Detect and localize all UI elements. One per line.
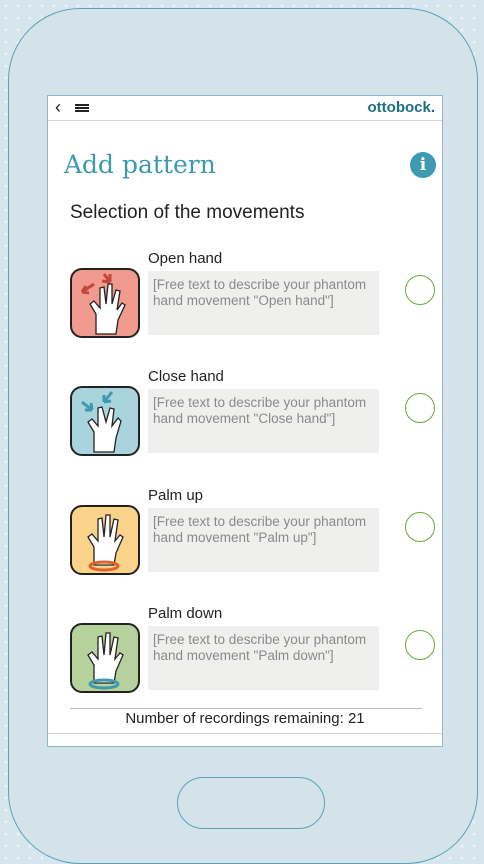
movement-title: Palm up bbox=[148, 487, 204, 504]
movement-radio[interactable] bbox=[405, 393, 435, 423]
divider bbox=[48, 733, 442, 734]
movement-item-close-hand[interactable]: Close hand [Free text to describe your p… bbox=[48, 366, 442, 476]
chevron-left-icon[interactable]: ‹ bbox=[55, 96, 61, 118]
movement-description-field[interactable]: [Free text to describe your phantom hand… bbox=[148, 389, 379, 453]
home-button[interactable] bbox=[177, 777, 325, 829]
page-title: Add pattern bbox=[64, 150, 216, 179]
movement-description-field[interactable]: [Free text to describe your phantom hand… bbox=[148, 508, 379, 572]
movement-item-palm-down[interactable]: Palm down [Free text to describe your ph… bbox=[48, 603, 442, 713]
movement-title: Open hand bbox=[148, 250, 223, 267]
movement-description-field[interactable]: [Free text to describe your phantom hand… bbox=[148, 271, 379, 335]
movement-item-open-hand[interactable]: Open hand [Free text to describe your ph… bbox=[48, 248, 442, 358]
section-subtitle: Selection of the movements bbox=[70, 202, 305, 223]
app-screen: ‹ ottobock. Add pattern i Selection of t… bbox=[47, 95, 443, 747]
recordings-remaining: Number of recordings remaining: 21 bbox=[125, 710, 365, 727]
top-bar: ‹ ottobock. bbox=[48, 96, 442, 121]
movement-radio[interactable] bbox=[405, 512, 435, 542]
brand-logo: ottobock. bbox=[367, 99, 436, 116]
palm-down-icon bbox=[70, 623, 140, 693]
divider bbox=[70, 708, 422, 709]
hamburger-menu-icon[interactable] bbox=[75, 104, 89, 112]
movement-title: Palm down bbox=[148, 605, 223, 622]
close-hand-icon bbox=[70, 386, 140, 456]
open-hand-icon bbox=[70, 268, 140, 338]
info-icon[interactable]: i bbox=[410, 152, 436, 178]
palm-up-icon bbox=[70, 505, 140, 575]
movement-item-palm-up[interactable]: Palm up [Free text to describe your phan… bbox=[48, 485, 442, 595]
movement-description-field[interactable]: [Free text to describe your phantom hand… bbox=[148, 626, 379, 690]
movement-title: Close hand bbox=[148, 368, 224, 385]
movement-radio[interactable] bbox=[405, 275, 435, 305]
movement-radio[interactable] bbox=[405, 630, 435, 660]
